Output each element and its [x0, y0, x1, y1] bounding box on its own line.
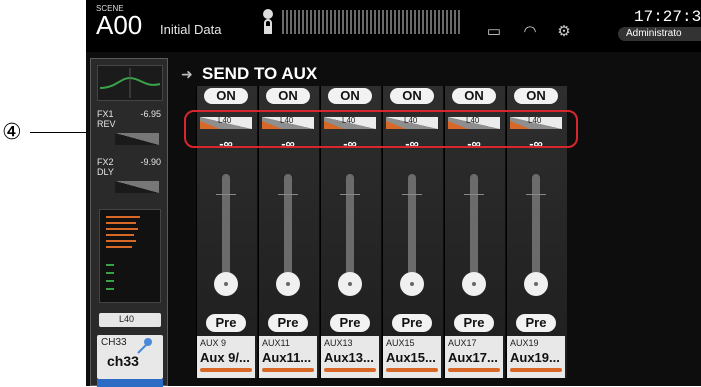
- fader-unity-mark: [278, 194, 298, 195]
- scene-title[interactable]: Initial Data: [160, 22, 221, 37]
- fader-track[interactable]: [408, 174, 416, 278]
- lock-icon: [262, 8, 274, 45]
- aux-name: Aux13...: [324, 350, 374, 365]
- fader-track[interactable]: [284, 174, 292, 278]
- on-button[interactable]: ON: [390, 88, 434, 104]
- arrow-icon: ➜: [181, 66, 193, 82]
- aux-name-box[interactable]: AUX19 Aux19...: [507, 336, 565, 378]
- channel-name: ch33: [107, 353, 139, 369]
- headphone-icon[interactable]: ◠: [520, 22, 540, 40]
- on-button[interactable]: ON: [328, 88, 372, 104]
- selected-channel-strip: FX1 -6.95 REV FX2 -9.90 DLY L40 CH33 ch3…: [90, 58, 168, 387]
- strip-pan[interactable]: L40: [99, 313, 161, 327]
- aux-color-bar: [324, 368, 376, 372]
- fx2-send[interactable]: FX2 -9.90 DLY: [97, 157, 161, 193]
- on-button[interactable]: ON: [266, 88, 310, 104]
- aux-name-box[interactable]: AUX13 Aux13...: [321, 336, 379, 378]
- aux-id: AUX 9: [200, 338, 227, 348]
- meter-row: [106, 216, 140, 218]
- meter-row: [106, 272, 114, 274]
- aux-name: Aux19...: [510, 350, 560, 365]
- fx1-level-slider[interactable]: [115, 133, 159, 145]
- callout: ④: [0, 120, 186, 152]
- fader-track[interactable]: [532, 174, 540, 278]
- page-title: SEND TO AUX: [202, 64, 318, 83]
- pre-button[interactable]: Pre: [454, 314, 494, 332]
- pre-button[interactable]: Pre: [268, 314, 308, 332]
- fader-knob[interactable]: [338, 272, 362, 296]
- aux-name: Aux17...: [448, 350, 498, 365]
- clock: 17:27:3: [634, 8, 701, 26]
- fx1-name: FX1: [97, 109, 114, 119]
- meter-row: [106, 288, 114, 290]
- top-meters: [282, 10, 462, 34]
- pre-button[interactable]: Pre: [392, 314, 432, 332]
- pre-button[interactable]: Pre: [330, 314, 370, 332]
- channel-name-box[interactable]: CH33 ch33: [97, 335, 163, 379]
- fx2-level-slider[interactable]: [115, 181, 159, 193]
- fader-track[interactable]: [222, 174, 230, 278]
- microphone-icon: [137, 338, 152, 354]
- scene-number[interactable]: A00: [96, 10, 142, 41]
- fader-unity-mark: [402, 194, 422, 195]
- aux-name: Aux15...: [386, 350, 436, 365]
- fader-knob[interactable]: [214, 272, 238, 296]
- aux-name-box[interactable]: AUX11 Aux11...: [259, 336, 317, 378]
- fader-unity-mark: [340, 194, 360, 195]
- strip-pan-value: L40: [119, 314, 135, 324]
- fader-knob[interactable]: [524, 272, 548, 296]
- fader-unity-mark: [464, 194, 484, 195]
- eq-graph[interactable]: [97, 65, 163, 101]
- fader-knob[interactable]: [400, 272, 424, 296]
- on-button[interactable]: ON: [452, 88, 496, 104]
- gear-icon[interactable]: ⚙: [554, 22, 574, 40]
- fader-unity-mark: [216, 194, 236, 195]
- fader-knob[interactable]: [462, 272, 486, 296]
- aux-color-bar: [510, 368, 562, 372]
- meter-row: [106, 234, 134, 236]
- on-button[interactable]: ON: [204, 88, 248, 104]
- aux-color-bar: [262, 368, 314, 372]
- aux-id: AUX13: [324, 338, 353, 348]
- pan-highlight-box: [184, 110, 578, 148]
- meter-row: [106, 222, 136, 224]
- aux-name: Aux11...: [262, 350, 312, 365]
- fader-knob[interactable]: [276, 272, 300, 296]
- fx1-value: -6.95: [140, 109, 161, 119]
- fx2-type: DLY: [97, 167, 114, 177]
- aux-name: Aux 9/...: [200, 350, 250, 365]
- fx1-send[interactable]: FX1 -6.95 REV: [97, 109, 161, 145]
- meter-row: [106, 246, 132, 248]
- recorder-icon[interactable]: ▭: [484, 22, 504, 40]
- aux-color-bar: [448, 368, 500, 372]
- meter-row: [106, 228, 138, 230]
- send-level-meters[interactable]: [99, 209, 161, 303]
- aux-id: AUX15: [386, 338, 415, 348]
- fx1-type: REV: [97, 119, 116, 129]
- aux-id: AUX17: [448, 338, 477, 348]
- meter-row: [106, 264, 114, 266]
- aux-name-box[interactable]: AUX 9 Aux 9/...: [197, 336, 255, 378]
- aux-name-box[interactable]: AUX15 Aux15...: [383, 336, 441, 378]
- top-bar: SCENE A00 Initial Data ▭ ◠ ⚙ 17:27:3 Adm…: [86, 0, 701, 52]
- fx2-name: FX2: [97, 157, 114, 167]
- meter-row: [106, 240, 136, 242]
- aux-color-bar: [386, 368, 438, 372]
- on-button[interactable]: ON: [514, 88, 558, 104]
- fader-unity-mark: [526, 194, 546, 195]
- channel-id: CH33: [101, 337, 127, 348]
- aux-id: AUX11: [262, 338, 290, 348]
- meter-row: [106, 280, 114, 282]
- aux-color-bar: [200, 368, 252, 372]
- fx2-value: -9.90: [140, 157, 161, 167]
- user-badge[interactable]: Administrato: [618, 27, 701, 41]
- callout-number: ④: [2, 120, 22, 145]
- fader-track[interactable]: [346, 174, 354, 278]
- aux-name-box[interactable]: AUX17 Aux17...: [445, 336, 503, 378]
- aux-id: AUX19: [510, 338, 539, 348]
- pre-button[interactable]: Pre: [206, 314, 246, 332]
- fader-track[interactable]: [470, 174, 478, 278]
- pre-button[interactable]: Pre: [516, 314, 556, 332]
